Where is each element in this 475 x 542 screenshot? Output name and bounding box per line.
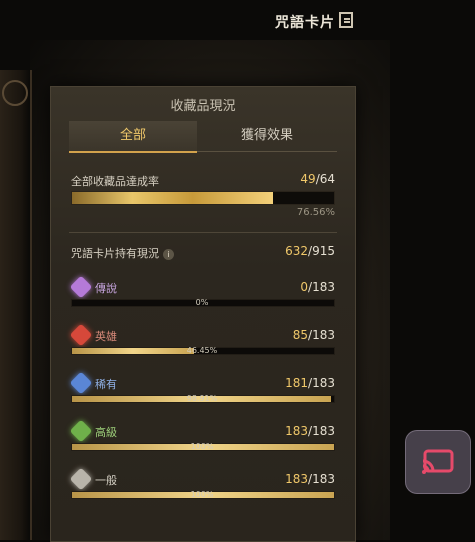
rarity-name: 一般 xyxy=(95,474,117,487)
rarity-name: 高級 xyxy=(95,426,117,439)
spell-status-current: 632 xyxy=(285,244,309,258)
rarity-value: 85/183 xyxy=(293,328,335,342)
overall-progress-fill xyxy=(72,192,273,204)
advanced-rarity-icon xyxy=(69,419,93,443)
rarity-value: 181/183 xyxy=(285,376,335,390)
rarity-total: /183 xyxy=(308,280,335,294)
exit-panel-icon[interactable] xyxy=(339,12,353,28)
rarity-percent: 0% xyxy=(195,298,209,307)
rarity-total: /183 xyxy=(308,472,335,486)
rarity-name: 英雄 xyxy=(95,330,117,343)
rarity-current: 0 xyxy=(300,280,309,294)
legendary-rarity-icon xyxy=(69,275,93,299)
rarity-total: /183 xyxy=(308,424,335,438)
spell-status-value: 632/915 xyxy=(285,244,335,258)
screen-cast-icon xyxy=(422,449,454,474)
rarity-current: 183 xyxy=(285,424,309,438)
rarity-percent: 46.45% xyxy=(186,346,218,355)
panel-title: 收藏品現況 xyxy=(170,99,236,114)
rarity-total: /183 xyxy=(308,376,335,390)
rarity-value: 183/183 xyxy=(285,472,335,486)
spell-status-text: 咒語卡片持有現況 xyxy=(71,247,159,260)
tab-effects[interactable]: 獲得效果 xyxy=(197,121,337,151)
rarity-percent: 100% xyxy=(190,442,214,451)
page-title: 咒語卡片 xyxy=(275,15,335,31)
rarity-current: 183 xyxy=(285,472,309,486)
screen-cast-button[interactable] xyxy=(405,430,471,494)
collection-panel: 收藏品現況 全部 獲得效果 全部收藏品達成率 49/64 76.56% 咒語卡片… xyxy=(50,86,356,542)
rarity-current: 181 xyxy=(285,376,309,390)
background-left-frame xyxy=(0,70,32,540)
overall-label: 全部收藏品達成率 xyxy=(71,175,159,188)
overall-progress-bar xyxy=(71,191,335,205)
info-icon[interactable]: i xyxy=(163,248,174,260)
rarity-current: 85 xyxy=(292,328,309,342)
rarity-percent: 100% xyxy=(190,490,214,499)
common-rarity-icon xyxy=(69,467,93,491)
tab-bar: 全部 獲得效果 xyxy=(69,121,337,153)
frame-ornament xyxy=(2,80,28,106)
spell-status-total: /915 xyxy=(308,244,335,258)
rarity-name: 傳說 xyxy=(95,282,117,295)
overall-percent: 76.56% xyxy=(296,207,335,218)
rarity-percent: 98.91% xyxy=(186,394,218,403)
rarity-name: 稀有 xyxy=(95,378,117,391)
rarity-value: 0/183 xyxy=(300,280,335,294)
divider xyxy=(69,232,337,233)
overall-current: 49 xyxy=(300,172,316,186)
tab-all[interactable]: 全部 xyxy=(69,121,197,153)
spell-status-label: 咒語卡片持有現況 i xyxy=(71,245,174,261)
hero-rarity-icon xyxy=(69,323,93,347)
overall-total: /64 xyxy=(315,172,335,186)
rarity-total: /183 xyxy=(308,328,335,342)
overall-value: 49/64 xyxy=(300,172,335,186)
rare-rarity-icon xyxy=(69,371,93,395)
rarity-value: 183/183 xyxy=(285,424,335,438)
